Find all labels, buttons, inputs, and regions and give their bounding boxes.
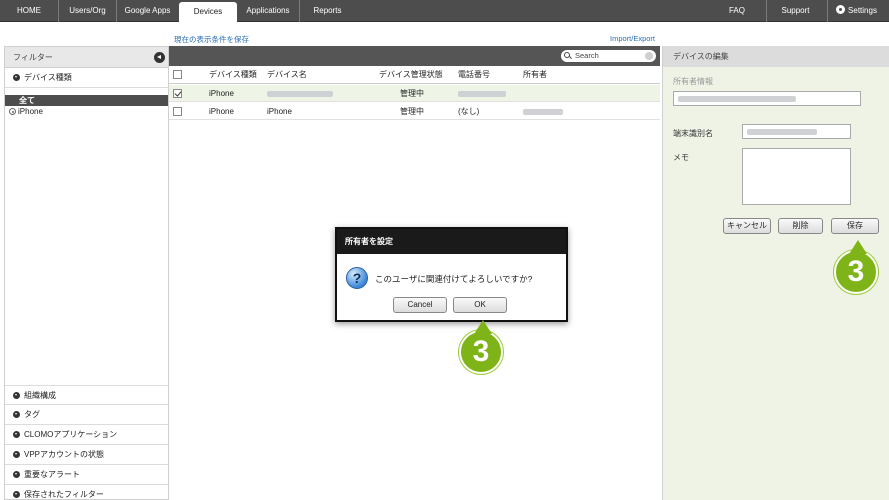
tab-home[interactable]: HOME [4,0,54,22]
table-header: デバイス種類 デバイス名 デバイス管理状態 電話番号 所有者 [169,66,660,84]
expand-icon [9,108,16,115]
cell-name: iPhone [267,107,292,116]
cell-status: 管理中 [400,89,424,98]
save-view-link[interactable]: 現在の表示条件を保存 [174,34,249,45]
select-all-checkbox[interactable] [173,70,182,79]
question-icon: ? [346,267,368,289]
search-input[interactable]: Search [561,50,656,62]
owner-label: 所有者情報 [673,77,713,86]
tab-reports[interactable]: Reports [299,0,355,22]
tab-users-org[interactable]: Users/Org [58,0,116,22]
section-label: タグ [24,410,40,419]
owner-field[interactable] [673,91,861,106]
cell-owner [523,103,563,120]
filter-item-label: iPhone [18,107,43,116]
filter-title: フィルター [13,53,53,62]
filter-section-device-type[interactable]: デバイス種類 [5,68,168,88]
step-badge: 3 [834,240,878,294]
dialog-title: 所有者を設定 [337,229,566,254]
gear-icon [836,5,846,14]
chevron-down-icon [13,491,20,498]
device-name-field[interactable] [742,124,851,139]
filter-header: フィルター [5,47,168,68]
chevron-down-icon [13,411,20,418]
section-label: VPPアカウントの状態 [24,450,105,459]
faq-link[interactable]: FAQ [718,0,756,22]
settings-link[interactable]: Settings [827,0,885,22]
support-link[interactable]: Support [766,0,824,22]
step-badge: 3 [459,320,503,374]
column-device-name[interactable]: デバイス名 [267,66,307,84]
section-label: 保存されたフィルター [24,490,104,499]
filter-section-saved[interactable]: 保存されたフィルター [5,485,168,500]
dialog-cancel-button[interactable]: Cancel [393,297,447,313]
filter-section-alerts[interactable]: 重要なアラート [5,465,168,485]
chevron-down-icon [13,431,20,438]
column-status[interactable]: デバイス管理状態 [379,66,443,84]
column-device-type[interactable]: デバイス種類 [209,66,257,84]
filter-section-vpp[interactable]: VPPアカウントの状態 [5,445,168,465]
import-export-link[interactable]: Import/Export [610,34,655,43]
filter-sidebar: フィルター デバイス種類 全て iPhone 組織構成 タグ CLOMOアプリケ… [4,46,169,500]
collapse-icon[interactable] [154,52,165,63]
dialog-ok-button[interactable]: OK [453,297,507,313]
cell-phone: (なし) [458,107,480,116]
chevron-down-icon [13,74,20,81]
panel-title: デバイスの編集 [663,46,889,67]
top-nav: HOME Users/Org Google Apps Devices Appli… [0,0,889,22]
tab-applications[interactable]: Applications [237,0,299,22]
cell-type: iPhone [209,89,234,98]
device-name-label: 端末識別名 [673,129,713,138]
filter-item-iphone[interactable]: iPhone [9,107,43,116]
filter-item-all[interactable]: 全て [5,95,168,106]
tab-google-apps[interactable]: Google Apps [116,0,178,22]
table-row[interactable]: iPhone iPhone 管理中 (なし) [169,103,660,120]
dialog-message: このユーザに関連付けてよろしいですか? [375,274,533,284]
list-toolbar: Search [169,46,660,66]
column-owner[interactable]: 所有者 [523,66,547,84]
filter-section-tag[interactable]: タグ [5,405,168,425]
table-row[interactable]: iPhone 管理中 [169,85,660,102]
cell-phone [458,85,506,102]
chevron-down-icon [13,471,20,478]
chevron-down-icon [13,392,20,399]
row-checkbox[interactable] [173,89,182,98]
section-label: 組織構成 [24,391,56,400]
filter-section-org[interactable]: 組織構成 [5,385,168,405]
delete-button[interactable]: 削除 [778,218,823,234]
clear-icon[interactable] [645,52,653,60]
search-icon [564,52,570,58]
settings-label: Settings [848,6,877,15]
search-placeholder: Search [575,51,599,60]
chevron-down-icon [13,451,20,458]
cell-name [267,85,333,102]
row-checkbox[interactable] [173,107,182,116]
tab-devices[interactable]: Devices [179,2,237,22]
column-phone[interactable]: 電話番号 [458,66,490,84]
set-owner-dialog: 所有者を設定 ? このユーザに関連付けてよろしいですか? Cancel OK [335,227,568,322]
memo-field[interactable] [742,148,851,205]
section-label: デバイス種類 [24,73,72,82]
filter-section-clomo-apps[interactable]: CLOMOアプリケーション [5,425,168,445]
section-label: CLOMOアプリケーション [24,430,118,439]
cell-status: 管理中 [400,107,424,116]
cancel-button[interactable]: キャンセル [723,218,771,234]
save-button[interactable]: 保存 [831,218,879,234]
memo-label: メモ [673,153,689,162]
section-label: 重要なアラート [24,470,80,479]
cell-type: iPhone [209,107,234,116]
